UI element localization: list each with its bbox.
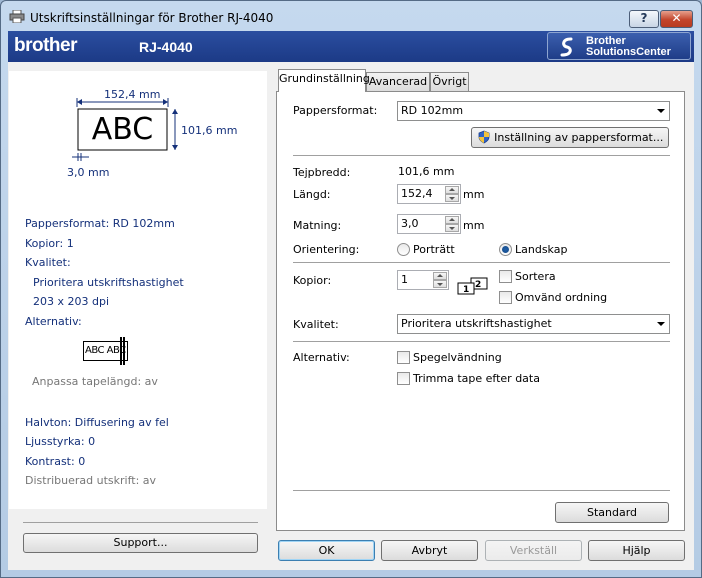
paper-format-label: Pappersformat: xyxy=(293,104,378,117)
copies-label: Kopior: xyxy=(293,274,332,287)
solutions-logo-icon xyxy=(560,37,573,57)
svg-text:2: 2 xyxy=(475,280,481,290)
reverse-order-checkbox[interactable] xyxy=(499,291,512,304)
default-button[interactable]: Standard xyxy=(555,502,669,523)
chevron-down-icon xyxy=(657,109,665,113)
copies-stepper[interactable]: 1 xyxy=(397,270,449,290)
collate-pages-icon: 2 1 xyxy=(457,277,488,295)
summary-quality-value: Prioritera utskriftshastighet xyxy=(33,276,184,289)
copies-down-button[interactable] xyxy=(433,280,447,288)
mirror-checkbox[interactable] xyxy=(397,351,410,364)
paper-format-value: RD 102mm xyxy=(401,104,464,117)
summary-copies: Kopior: 1 xyxy=(25,237,74,250)
quality-value: Prioritera utskriftshastighet xyxy=(401,317,552,330)
reverse-order-label: Omvänd ordning xyxy=(515,291,608,304)
paper-format-select[interactable]: RD 102mm xyxy=(397,101,670,121)
feed-value: 3,0 xyxy=(401,217,419,230)
preview-height-label: 101,6 mm xyxy=(181,124,238,137)
support-button[interactable]: Support... xyxy=(23,533,258,553)
solutions-label-2: SolutionsCenter xyxy=(586,46,671,58)
mirror-label: Spegelvändning xyxy=(413,351,502,364)
preview-margin-label: 3,0 mm xyxy=(67,166,110,179)
help-title-button[interactable]: ? xyxy=(629,10,659,28)
svg-text:1: 1 xyxy=(463,285,469,295)
summary-paper-format: Pappersformat: RD 102mm xyxy=(25,217,175,230)
collate-checkbox[interactable] xyxy=(499,270,512,283)
summary-autofit: Anpassa tapelängd: av xyxy=(32,375,158,388)
portrait-radio[interactable] xyxy=(397,243,410,256)
quality-select[interactable]: Prioritera utskriftshastighet xyxy=(397,314,670,334)
orientation-label: Orientering: xyxy=(293,243,360,256)
solutions-center-button[interactable]: Brother SolutionsCenter xyxy=(547,32,691,60)
preview-sample-text: ABC xyxy=(91,112,154,147)
summary-contrast: Kontrast: 0 xyxy=(25,455,86,468)
ok-button[interactable]: OK xyxy=(278,540,375,561)
model-name: RJ-4040 xyxy=(139,39,193,55)
summary-brightness: Ljusstyrka: 0 xyxy=(25,435,96,448)
feed-down-button[interactable] xyxy=(445,224,459,232)
summary-halftone: Halvton: Diffusering av fel xyxy=(25,416,169,429)
summary-distributed: Distribuerad utskrift: av xyxy=(25,474,157,487)
brand-banner: brother RJ-4040 Brother SolutionsCenter xyxy=(8,31,694,62)
trim-tape-checkbox[interactable] xyxy=(397,372,410,385)
length-value: 152,4 xyxy=(401,187,433,200)
close-button[interactable]: ✕ xyxy=(660,10,693,28)
paper-settings-button[interactable]: Inställning av pappersformat... xyxy=(471,127,669,148)
separator-1 xyxy=(293,155,670,156)
tab-advanced[interactable]: Avancerad xyxy=(366,72,430,91)
options-label: Alternativ: xyxy=(293,351,350,364)
copies-up-button[interactable] xyxy=(433,272,447,280)
feed-unit: mm xyxy=(463,219,485,232)
length-label: Längd: xyxy=(293,188,331,201)
length-stepper[interactable]: 152,4 xyxy=(397,184,461,204)
landscape-radio[interactable] xyxy=(499,243,512,256)
help-button[interactable]: Hjälp xyxy=(588,540,685,561)
copies-value: 1 xyxy=(401,273,408,286)
brother-logo: brother xyxy=(14,35,78,56)
feed-label: Matning: xyxy=(293,219,342,232)
length-up-button[interactable] xyxy=(445,186,459,194)
left-separator xyxy=(23,522,258,523)
collate-label: Sortera xyxy=(515,270,556,283)
title-bar[interactable]: Utskriftsinställningar för Brother RJ-40… xyxy=(0,0,700,30)
preview-width-label: 152,4 mm xyxy=(104,88,161,101)
tab-page-basic xyxy=(276,91,685,531)
tape-width-value: 101,6 mm xyxy=(398,165,455,178)
trim-tape-label: Trimma tape efter data xyxy=(413,372,540,385)
portrait-label: Porträtt xyxy=(413,243,455,256)
summary-options-label: Alternativ: xyxy=(25,315,82,328)
close-icon: ✕ xyxy=(671,11,682,25)
paper-settings-label: Inställning av pappersformat... xyxy=(494,131,664,144)
tab-basic[interactable]: Grundinställning xyxy=(278,69,370,92)
length-unit: mm xyxy=(463,188,485,201)
shield-icon xyxy=(478,130,490,144)
separator-3 xyxy=(293,341,670,342)
landscape-label: Landskap xyxy=(515,243,568,256)
feed-up-button[interactable] xyxy=(445,216,459,224)
feed-stepper[interactable]: 3,0 xyxy=(397,214,461,234)
preview-panel: 152,4 mm ABC 101,6 mm 3,0 mm Pappersform… xyxy=(9,71,267,509)
tape-width-label: Tejpbredd: xyxy=(293,166,351,179)
separator-2 xyxy=(293,262,670,263)
apply-button: Verkställ xyxy=(485,540,582,561)
tab-other[interactable]: Övrigt xyxy=(430,72,469,91)
summary-quality-label: Kvalitet: xyxy=(25,256,71,269)
cancel-button[interactable]: Avbryt xyxy=(381,540,478,561)
length-down-button[interactable] xyxy=(445,194,459,202)
separator-4 xyxy=(293,490,670,491)
chevron-down-icon xyxy=(657,322,665,326)
quality-label: Kvalitet: xyxy=(293,318,339,331)
window-title: Utskriftsinställningar för Brother RJ-40… xyxy=(30,11,274,25)
printer-icon xyxy=(9,10,25,23)
cut-mark-icon xyxy=(120,337,125,365)
summary-resolution: 203 x 203 dpi xyxy=(33,295,110,308)
